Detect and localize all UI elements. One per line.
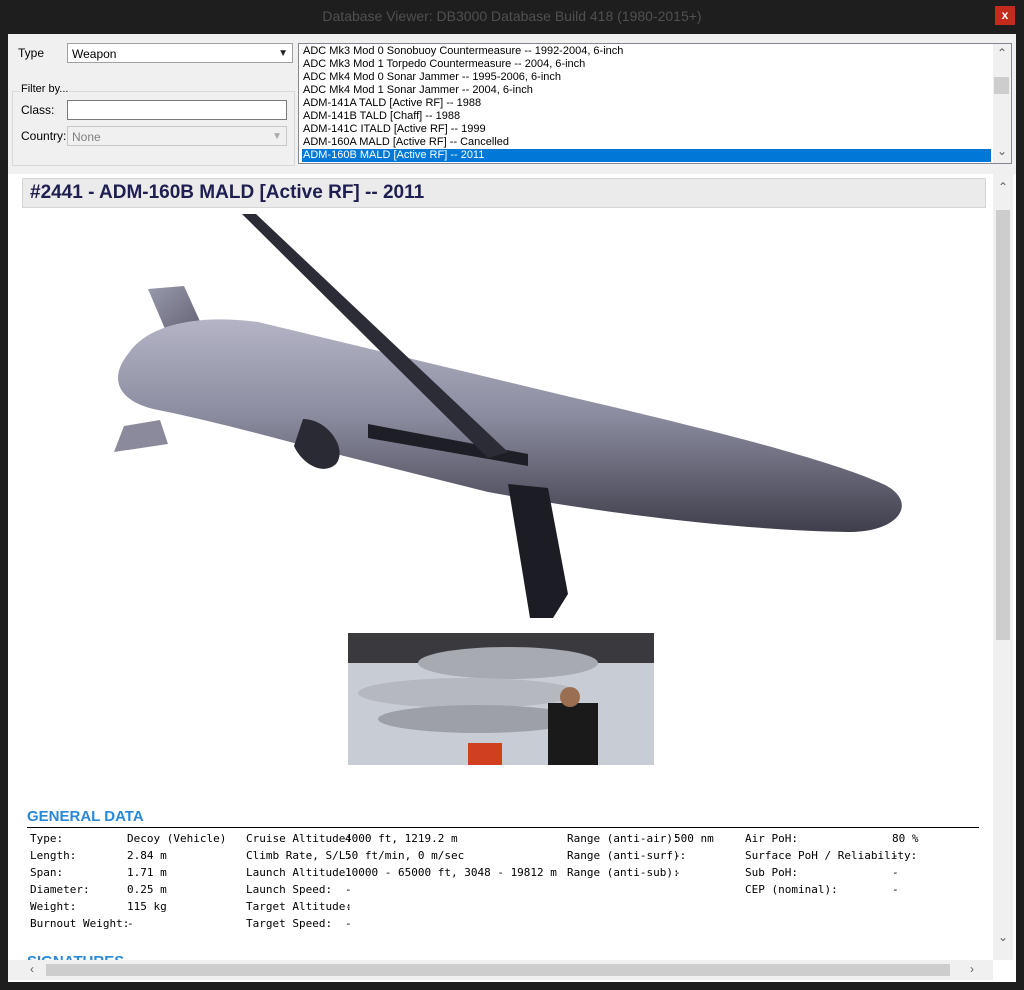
field-value: -	[345, 883, 352, 896]
list-item[interactable]: ADC Mk4 Mod 0 Sonar Jammer -- 1995-2006,…	[302, 71, 991, 84]
list-item-selected[interactable]: ADM-160B MALD [Active RF] -- 2011	[302, 149, 991, 162]
chevron-down-icon: ▼	[278, 48, 288, 59]
list-item[interactable]: ADM-160A MALD [Active RF] -- Cancelled	[302, 136, 991, 149]
record-header: #2441 - ADM-160B MALD [Active RF] -- 201…	[22, 178, 986, 208]
field-label: Air PoH:	[745, 832, 798, 845]
filter-panel: Type Weapon ▼ Filter by... Class: Countr…	[8, 34, 1016, 169]
field-value: 0.25 m	[127, 883, 167, 896]
list-item[interactable]: ADC Mk3 Mod 0 Sonobuoy Countermeasure --…	[302, 45, 991, 58]
record-title: #2441 - ADM-160B MALD [Active RF] -- 201…	[30, 182, 425, 203]
country-select-value: None	[72, 130, 101, 144]
field-label: Range (anti-surf):	[567, 849, 687, 862]
field-label: Target Altitude:	[246, 900, 352, 913]
field-value: -	[892, 866, 899, 879]
field-value: 80 %	[892, 832, 919, 845]
country-select[interactable]: None ▼	[67, 126, 287, 146]
field-value: 500 nm	[674, 832, 714, 845]
list-scroll-thumb[interactable]	[994, 77, 1009, 94]
content-horizontal-scrollbar[interactable]: ‹ ›	[8, 960, 993, 980]
type-select[interactable]: Weapon ▼	[67, 43, 293, 63]
weapon-listbox[interactable]: ADC Mk3 Mod 0 Sonobuoy Countermeasure --…	[298, 43, 1012, 164]
scroll-down-icon[interactable]: ⌄	[993, 930, 1013, 944]
missile-photo-image	[348, 633, 654, 765]
content-hscroll-thumb[interactable]	[46, 964, 950, 976]
chevron-down-icon: ▼	[272, 131, 282, 142]
field-label: Target Speed:	[246, 917, 333, 930]
field-label: Range (anti-air):	[567, 832, 680, 845]
field-label: Launch Speed:	[246, 883, 333, 896]
scroll-right-icon[interactable]: ›	[964, 962, 980, 976]
missile-render-image	[114, 214, 902, 618]
field-value: -	[345, 917, 352, 930]
field-label: Diameter:	[30, 883, 90, 896]
field-value: Decoy (Vehicle)	[127, 832, 227, 845]
list-item[interactable]: ADM-141C ITALD [Active RF] -- 1999	[302, 123, 991, 136]
field-value: -	[892, 849, 899, 862]
section-divider	[27, 827, 979, 828]
record-content: #2441 - ADM-160B MALD [Active RF] -- 201…	[8, 174, 1016, 982]
field-value: 4000 ft, 1219.2 m	[345, 832, 458, 845]
field-label: Cruise Altitude:	[246, 832, 352, 845]
field-label: Range (anti-sub):	[567, 866, 680, 879]
class-label: Class:	[21, 103, 55, 117]
field-label: Span:	[30, 866, 64, 879]
database-viewer-window: Database Viewer: DB3000 Database Build 4…	[0, 0, 1024, 990]
field-value: 1.71 m	[127, 866, 167, 879]
field-value: 115 kg	[127, 900, 167, 913]
field-label: Type:	[30, 832, 64, 845]
field-label: Climb Rate, S/L:	[246, 849, 352, 862]
scroll-down-icon[interactable]: ⌄	[993, 144, 1011, 158]
field-value: -	[892, 883, 899, 896]
scroll-left-icon[interactable]: ‹	[24, 962, 40, 976]
field-value: 50 ft/min, 0 m/sec	[345, 849, 465, 862]
field-label: Weight:	[30, 900, 77, 913]
scroll-up-icon[interactable]: ⌃	[993, 180, 1013, 194]
scroll-up-icon[interactable]: ⌃	[993, 46, 1011, 60]
country-label: Country:	[21, 129, 67, 143]
list-item[interactable]: ADC Mk3 Mod 1 Torpedo Countermeasure -- …	[302, 58, 991, 71]
close-icon: x	[1001, 8, 1009, 22]
content-vscroll-thumb[interactable]	[996, 210, 1010, 640]
field-value: 2.84 m	[127, 849, 167, 862]
field-value: -	[127, 917, 134, 930]
field-value: -	[674, 866, 681, 879]
list-item[interactable]: ADM-141A TALD [Active RF] -- 1988	[302, 97, 991, 110]
list-scrollbar[interactable]: ⌃ ⌄	[993, 44, 1011, 163]
field-value: -	[674, 849, 681, 862]
general-data-title: GENERAL DATA	[27, 808, 144, 825]
field-label: Burnout Weight:	[30, 917, 130, 930]
field-value: -	[345, 900, 352, 913]
field-label: Sub PoH:	[745, 866, 798, 879]
list-item[interactable]: ADC Mk4 Mod 1 Sonar Jammer -- 2004, 6-in…	[302, 84, 991, 97]
field-label: Launch Altitude:	[246, 866, 352, 879]
field-label: Length:	[30, 849, 77, 862]
title-bar: Database Viewer: DB3000 Database Build 4…	[0, 0, 1024, 34]
filter-group-label: Filter by...	[20, 83, 70, 95]
field-value: 10000 - 65000 ft, 3048 - 19812 m	[345, 866, 557, 879]
content-vertical-scrollbar[interactable]: ⌃ ⌄	[993, 174, 1013, 960]
type-select-value: Weapon	[72, 47, 117, 61]
list-item[interactable]: ADM-141B TALD [Chaff] -- 1988	[302, 110, 991, 123]
field-label: CEP (nominal):	[745, 883, 838, 896]
window-title: Database Viewer: DB3000 Database Build 4…	[322, 8, 702, 24]
type-label: Type	[18, 46, 45, 60]
class-input[interactable]	[67, 100, 287, 120]
close-button[interactable]: x	[995, 6, 1015, 25]
client-area: Type Weapon ▼ Filter by... Class: Countr…	[8, 34, 1016, 982]
